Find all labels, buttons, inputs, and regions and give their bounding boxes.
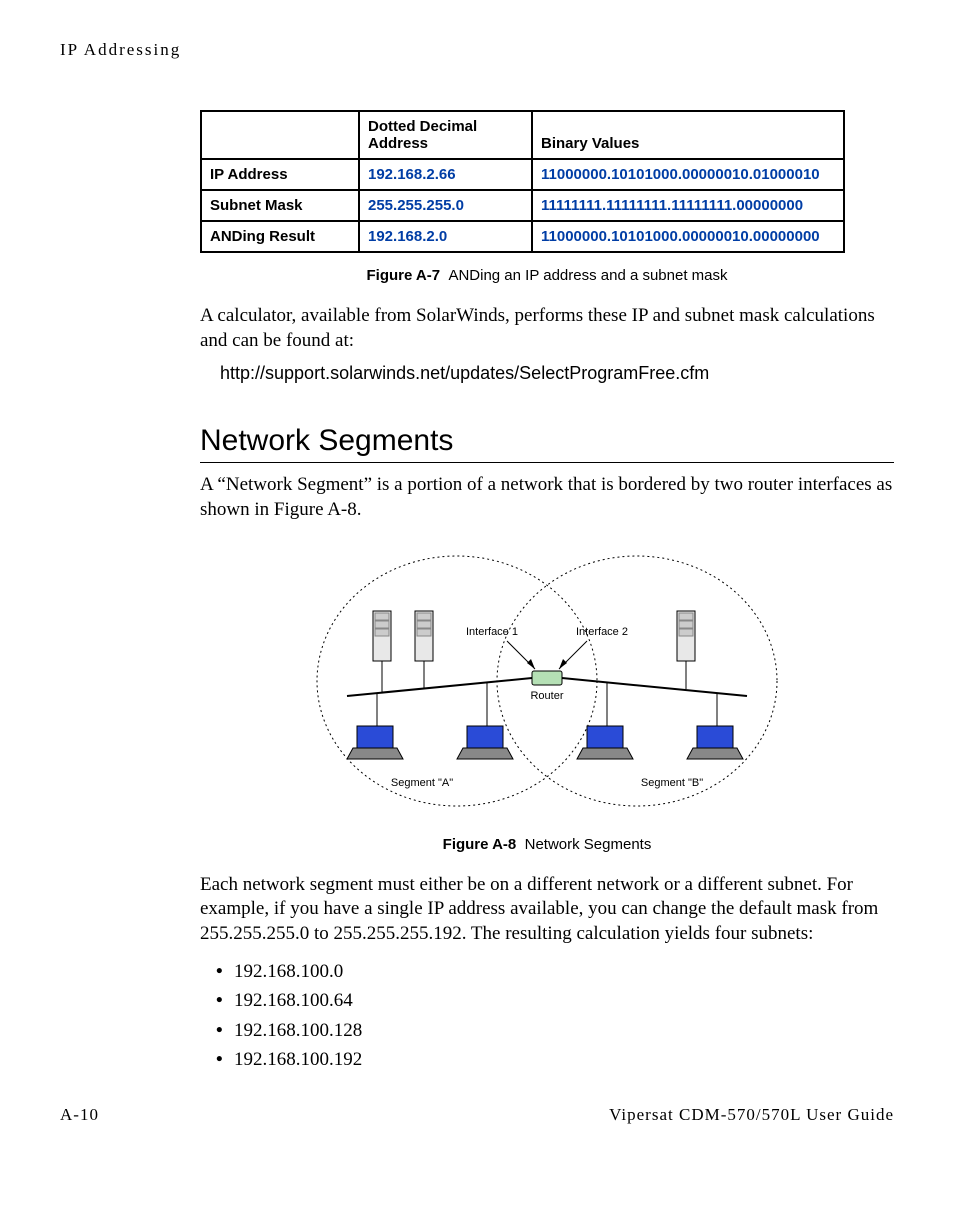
anding-table: Dotted Decimal Address Binary Values IP … xyxy=(200,110,845,253)
row-binary: 11000000.10101000.00000010.01000010 xyxy=(532,159,844,190)
list-item: 192.168.100.128 xyxy=(234,1016,894,1045)
list-item: 192.168.100.0 xyxy=(234,957,894,986)
guide-title: Vipersat CDM-570/570L User Guide xyxy=(609,1105,894,1125)
interface2-label: Interface 2 xyxy=(576,626,628,638)
page-content: Dotted Decimal Address Binary Values IP … xyxy=(200,110,894,1075)
page-footer: A-10 Vipersat CDM-570/570L User Guide xyxy=(60,1105,894,1125)
laptop-icon xyxy=(687,726,743,759)
running-header: IP Addressing xyxy=(60,40,894,60)
section-network-segments: Network Segments xyxy=(200,424,894,463)
figure-a8-label: Figure A-8 xyxy=(443,836,517,853)
router-label: Router xyxy=(530,690,563,702)
col-dotted: Dotted Decimal Address xyxy=(359,111,532,159)
para-network-segment-def: A “Network Segment” is a portion of a ne… xyxy=(200,473,894,522)
network-diagram: Router Interface 1 Interface 2 Segment "… xyxy=(200,541,894,826)
para-calculator: A calculator, available from SolarWinds,… xyxy=(200,304,894,353)
figure-a7-caption: Figure A-7 ANDing an IP address and a su… xyxy=(200,267,894,284)
laptop-icon xyxy=(457,726,513,759)
server-icon xyxy=(373,611,391,661)
figure-a7-label: Figure A-7 xyxy=(366,267,440,284)
interface1-label: Interface 1 xyxy=(466,626,518,638)
row-binary: 11111111.11111111.11111111.00000000 xyxy=(532,190,844,221)
row-label: Subnet Mask xyxy=(201,190,359,221)
figure-a8-caption: Figure A-8 Network Segments xyxy=(200,836,894,853)
server-icon xyxy=(415,611,433,661)
row-binary: 11000000.10101000.00000010.00000000 xyxy=(532,221,844,252)
segment-b-label: Segment "B" xyxy=(641,777,703,789)
col-blank xyxy=(201,111,359,159)
list-item: 192.168.100.64 xyxy=(234,986,894,1015)
segments-diagram-icon: Router Interface 1 Interface 2 Segment "… xyxy=(307,541,787,821)
table-row: Subnet Mask 255.255.255.0 11111111.11111… xyxy=(201,190,844,221)
row-dotted: 255.255.255.0 xyxy=(359,190,532,221)
para-subnet-explain: Each network segment must either be on a… xyxy=(200,873,894,947)
page-number: A-10 xyxy=(60,1105,99,1125)
server-icon xyxy=(677,611,695,661)
list-item: 192.168.100.192 xyxy=(234,1045,894,1074)
row-label: IP Address xyxy=(201,159,359,190)
table-row: ANDing Result 192.168.2.0 11000000.10101… xyxy=(201,221,844,252)
figure-a7-text: ANDing an IP address and a subnet mask xyxy=(448,267,727,284)
segment-a-label: Segment "A" xyxy=(391,777,453,789)
row-dotted: 192.168.2.0 xyxy=(359,221,532,252)
figure-a8-text: Network Segments xyxy=(525,836,652,853)
solarwinds-url: http://support.solarwinds.net/updates/Se… xyxy=(220,363,894,384)
row-label: ANDing Result xyxy=(201,221,359,252)
col-binary: Binary Values xyxy=(532,111,844,159)
table-row: IP Address 192.168.2.66 11000000.1010100… xyxy=(201,159,844,190)
row-dotted: 192.168.2.66 xyxy=(359,159,532,190)
subnet-list: 192.168.100.0 192.168.100.64 192.168.100… xyxy=(200,957,894,1075)
laptop-icon xyxy=(347,726,403,759)
